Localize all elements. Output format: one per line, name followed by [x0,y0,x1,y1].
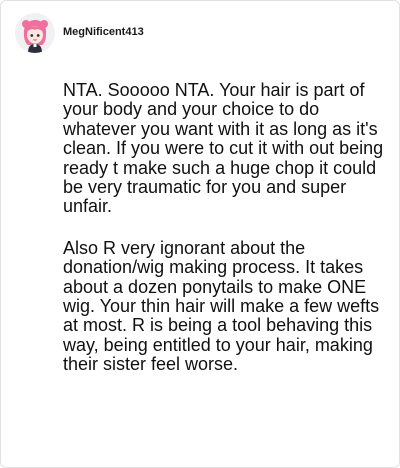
avatar[interactable] [15,13,55,53]
comment-body: NTA. Sooooo NTA. Your hair is part of yo… [63,80,389,375]
comment-author[interactable]: MegNificent413 [63,26,144,38]
comment-header: MegNificent413 [15,13,144,53]
pink-haired-character-avatar-icon [15,13,55,53]
comment-card: MegNificent413 NTA. Sooooo NTA. Your hai… [0,0,400,468]
comment-paragraph-1: NTA. Sooooo NTA. Your hair is part of yo… [63,80,384,217]
comment-paragraph-2: Also R very ignorant about the donation/… [63,237,380,375]
